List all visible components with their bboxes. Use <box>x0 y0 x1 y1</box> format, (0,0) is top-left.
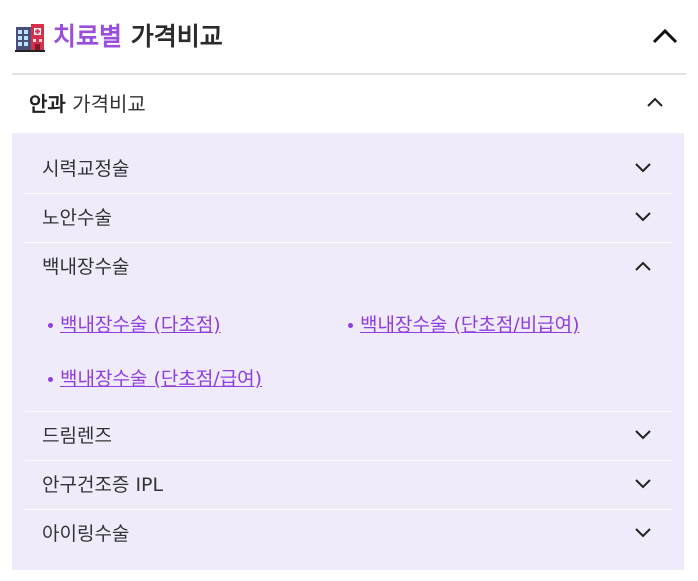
chevron-down-icon[interactable] <box>634 527 652 539</box>
list-item-cataract[interactable]: 백내장수술 <box>24 242 672 290</box>
eye-treatment-list: 시력교정술 노안수술 백내장수술 백내장수술 (다초점) 백내장수술 (단초점/… <box>12 133 684 570</box>
section-title-light: 가격비교 <box>72 92 146 116</box>
bullet-dot <box>348 323 353 328</box>
chevron-up-icon[interactable] <box>652 28 678 44</box>
chevron-down-icon[interactable] <box>634 478 652 490</box>
list-item-dream-lens[interactable]: 드림렌즈 <box>24 411 672 459</box>
section-eye-price-compare[interactable]: 안과 가격비교 <box>12 75 686 133</box>
hospital-icon <box>15 24 45 52</box>
chevron-down-icon[interactable] <box>634 211 652 223</box>
treatment-price-header: 치료별 가격비교 <box>12 0 686 75</box>
list-item-presbyopia[interactable]: 노안수술 <box>24 193 672 241</box>
list-item-eye-ring-surgery[interactable]: 아이링수술 <box>24 509 672 557</box>
link-cataract-multifocal[interactable]: 백내장수술 (다초점) <box>60 311 221 339</box>
page-title: 치료별 가격비교 <box>53 19 223 55</box>
bullet-dot <box>48 377 53 382</box>
title-accent: 치료별 <box>53 22 123 51</box>
title-rest: 가격비교 <box>130 22 223 51</box>
bullet-dot <box>48 323 53 328</box>
item-label: 드림렌즈 <box>42 425 112 447</box>
section-title: 안과 가격비교 <box>29 89 146 119</box>
chevron-down-icon[interactable] <box>634 162 652 174</box>
item-label: 백내장수술 <box>42 256 130 278</box>
chevron-up-icon[interactable] <box>646 96 664 108</box>
item-label: 노안수술 <box>42 207 112 229</box>
chevron-down-icon[interactable] <box>634 429 652 441</box>
section-title-bold: 안과 <box>29 92 66 116</box>
item-label: 아이링수술 <box>42 523 130 545</box>
chevron-up-icon[interactable] <box>634 260 652 272</box>
list-item-vision-correction[interactable]: 시력교정술 <box>24 145 672 193</box>
item-label: 안구건조증 IPL <box>42 474 164 496</box>
link-cataract-monofocal-covered[interactable]: 백내장수술 (단초점/급여) <box>60 365 262 393</box>
link-cataract-monofocal-noncovered[interactable]: 백내장수술 (단초점/비급여) <box>360 311 580 339</box>
item-label: 시력교정술 <box>42 158 130 180</box>
list-item-dry-eye-ipl[interactable]: 안구건조증 IPL <box>24 460 672 508</box>
